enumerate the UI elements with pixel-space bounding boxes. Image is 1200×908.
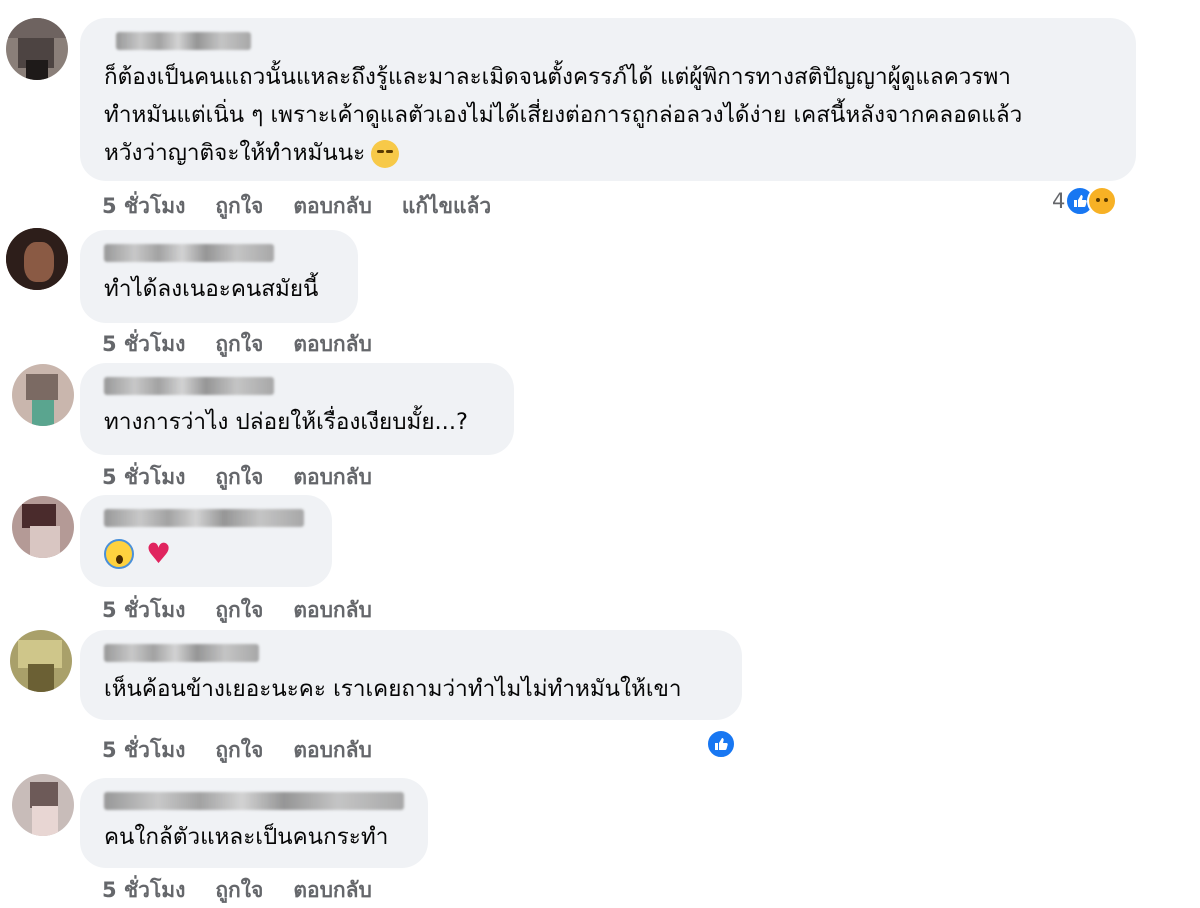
author-name[interactable] — [104, 644, 259, 662]
author-name[interactable] — [104, 244, 274, 262]
like-button[interactable]: ถูกใจ — [215, 328, 263, 361]
comment-actions: 5 ชั่วโมง ถูกใจ ตอบกลับ — [102, 594, 372, 627]
avatar[interactable] — [12, 496, 74, 558]
reply-button[interactable]: ตอบกลับ — [293, 328, 372, 361]
reply-button[interactable]: ตอบกลับ — [293, 461, 372, 494]
timestamp[interactable]: 5 ชั่วโมง — [102, 461, 185, 494]
comment-text: คนใกล้ตัวแหละเป็นคนกระทำ — [104, 824, 389, 850]
avatar[interactable] — [12, 774, 74, 836]
author-name[interactable] — [104, 509, 304, 527]
comment-actions: 5 ชั่วโมง ถูกใจ ตอบกลับ — [102, 461, 372, 494]
timestamp[interactable]: 5 ชั่วโมง — [102, 190, 185, 223]
sad-reaction-icon — [1087, 186, 1118, 216]
comment-text: ทำได้ลงเนอะคนสมัยนี้ — [104, 276, 319, 302]
comment-bubble: เห็นค้อนข้างเยอะนะคะ เราเคยถามว่าทำไมไม่… — [80, 630, 742, 720]
author-name[interactable] — [104, 377, 274, 395]
red-heart-emoji: ♥ — [146, 537, 172, 570]
comment-actions: 5 ชั่วโมง ถูกใจ ตอบกลับ — [102, 874, 372, 907]
reply-button[interactable]: ตอบกลับ — [293, 190, 372, 223]
comment-bubble: ก็ต้องเป็นคนแถวนั้นแหละถึงรู้และมาละเมิด… — [80, 18, 1136, 181]
pensive-face-emoji — [371, 139, 400, 168]
like-button[interactable]: ถูกใจ — [215, 594, 263, 627]
like-button[interactable]: ถูกใจ — [215, 461, 263, 494]
comment-actions: 5 ชั่วโมง ถูกใจ ตอบกลับ — [102, 328, 372, 361]
scream-emoji — [104, 539, 134, 569]
timestamp[interactable]: 5 ชั่วโมง — [102, 328, 185, 361]
comment-emojis: ♥ — [104, 539, 171, 569]
avatar[interactable] — [6, 228, 68, 290]
comment-actions: 5 ชั่วโมง ถูกใจ ตอบกลับ แก้ไขแล้ว — [102, 190, 491, 223]
reaction-summary[interactable] — [706, 729, 736, 759]
comment-bubble: ทำได้ลงเนอะคนสมัยนี้ — [80, 230, 358, 323]
like-button[interactable]: ถูกใจ — [215, 874, 263, 907]
reply-button[interactable]: ตอบกลับ — [293, 874, 372, 907]
comment-bubble: ♥ — [80, 495, 332, 587]
reply-button[interactable]: ตอบกลับ — [293, 594, 372, 627]
like-button[interactable]: ถูกใจ — [215, 734, 263, 767]
like-reaction-icon — [706, 729, 736, 759]
comment-bubble: ทางการว่าไง ปล่อยให้เรื่องเงียบมั้ย...? — [80, 363, 514, 455]
edited-label[interactable]: แก้ไขแล้ว — [402, 190, 491, 223]
comment-text: ก็ต้องเป็นคนแถวนั้นแหละถึงรู้และมาละเมิด… — [104, 64, 1023, 168]
comment-actions: 5 ชั่วโมง ถูกใจ ตอบกลับ — [102, 734, 372, 767]
avatar[interactable] — [12, 364, 74, 426]
reply-button[interactable]: ตอบกลับ — [293, 734, 372, 767]
comment-text: เห็นค้อนข้างเยอะนะคะ เราเคยถามว่าทำไมไม่… — [104, 676, 682, 702]
author-name[interactable] — [104, 792, 404, 810]
timestamp[interactable]: 5 ชั่วโมง — [102, 874, 185, 907]
author-name[interactable] — [116, 32, 251, 50]
like-button[interactable]: ถูกใจ — [215, 190, 263, 223]
comment-text: ทางการว่าไง ปล่อยให้เรื่องเงียบมั้ย...? — [104, 409, 468, 435]
timestamp[interactable]: 5 ชั่วโมง — [102, 734, 185, 767]
timestamp[interactable]: 5 ชั่วโมง — [102, 594, 185, 627]
reaction-count: 4 — [1052, 189, 1066, 213]
comment-bubble: คนใกล้ตัวแหละเป็นคนกระทำ — [80, 778, 428, 868]
avatar[interactable] — [10, 630, 72, 692]
reaction-summary[interactable]: 4 — [1052, 186, 1118, 216]
avatar[interactable] — [6, 18, 68, 80]
